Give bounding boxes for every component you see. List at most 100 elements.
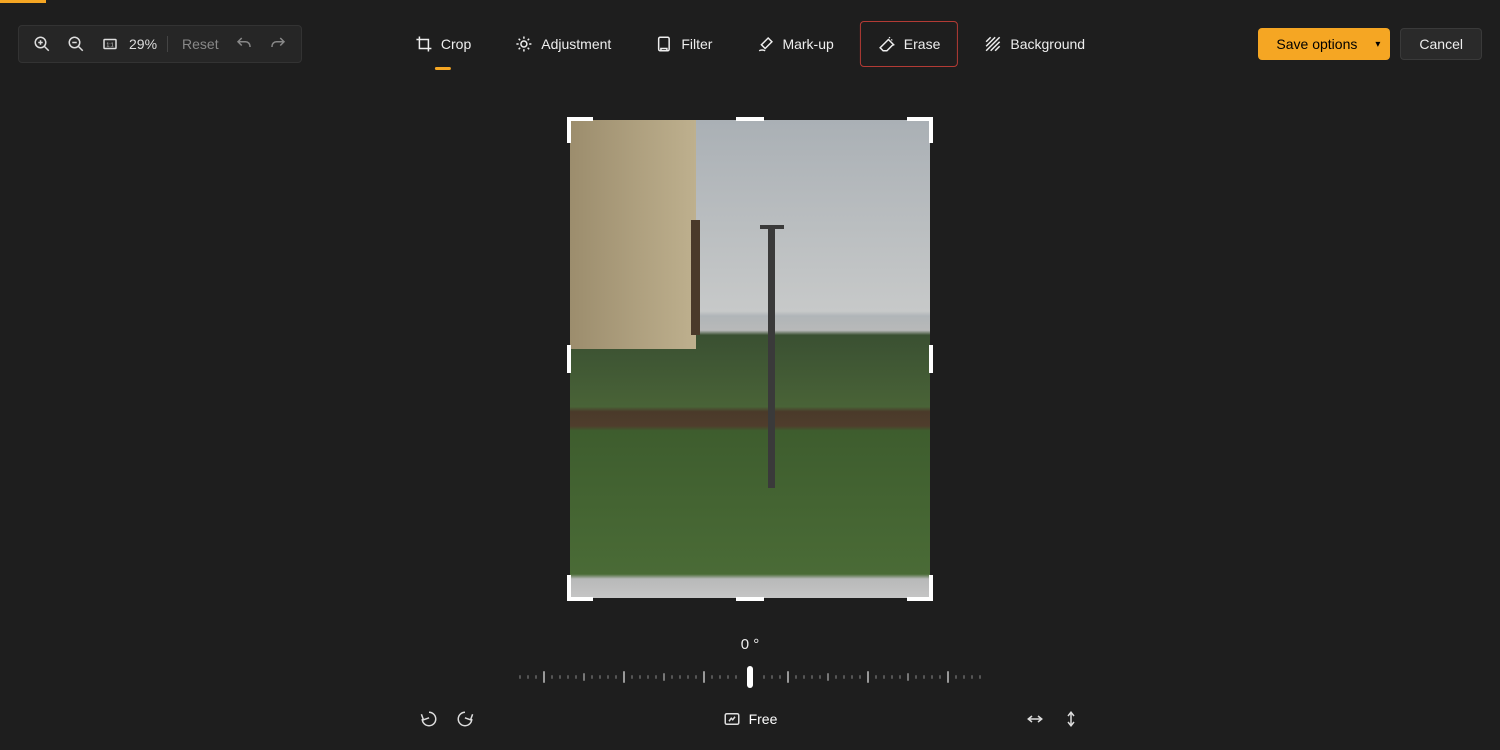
slider-tick <box>947 671 949 683</box>
slider-tick <box>827 673 829 681</box>
chevron-down-icon: ▾ <box>1375 39 1380 50</box>
slider-tick <box>647 675 649 679</box>
redo-button[interactable] <box>261 27 295 61</box>
slider-tick <box>671 675 673 679</box>
rotate-cw-button[interactable] <box>456 710 474 728</box>
actual-size-button[interactable]: 1:1 <box>93 27 127 61</box>
tab-crop-label: Crop <box>441 36 471 52</box>
slider-tick <box>599 675 601 679</box>
slider-tick <box>971 675 973 679</box>
slider-tick <box>787 671 789 683</box>
slider-tick <box>639 675 641 679</box>
undo-icon <box>235 35 253 53</box>
slider-tick <box>811 675 813 679</box>
slider-tick <box>623 671 625 683</box>
tab-adjustment-label: Adjustment <box>541 36 611 52</box>
tool-tabs: Crop Adjustment Filter Mark-up Erase Bac… <box>397 21 1103 67</box>
slider-tick <box>931 675 933 679</box>
slider-tick <box>607 675 609 679</box>
slider-tick <box>763 675 765 679</box>
slider-tick <box>883 675 885 679</box>
crop-handle-left[interactable] <box>567 345 571 373</box>
action-buttons: Save options ▾ Cancel <box>1258 28 1482 60</box>
slider-tick <box>535 675 537 679</box>
save-options-button[interactable]: Save options ▾ <box>1258 28 1390 60</box>
aspect-ratio-button[interactable]: Free <box>723 710 778 728</box>
rotate-buttons <box>420 710 474 728</box>
filter-icon <box>655 35 673 53</box>
flip-vertical-button[interactable] <box>1062 710 1080 728</box>
slider-tick <box>583 673 585 681</box>
slider-tick <box>519 675 521 679</box>
save-options-label: Save options <box>1276 36 1357 52</box>
slider-tick <box>695 675 697 679</box>
photo-lamp <box>768 225 775 488</box>
slider-tick <box>567 675 569 679</box>
tab-erase[interactable]: Erase <box>860 21 959 67</box>
tab-filter[interactable]: Filter <box>637 21 730 67</box>
slider-tick <box>955 675 957 679</box>
tab-crop[interactable]: Crop <box>397 21 489 67</box>
actual-size-icon: 1:1 <box>101 35 119 53</box>
rotation-slider[interactable] <box>519 666 981 688</box>
slider-tick <box>615 675 617 679</box>
bottom-bar: Free <box>420 710 1080 728</box>
slider-tick <box>979 675 981 679</box>
slider-tick <box>575 675 577 679</box>
tab-markup[interactable]: Mark-up <box>738 21 851 67</box>
redo-icon <box>269 35 287 53</box>
slider-tick <box>559 675 561 679</box>
zoom-in-button[interactable] <box>25 27 59 61</box>
slider-tick <box>915 675 917 679</box>
background-icon <box>984 35 1002 53</box>
progress-bar <box>0 0 46 3</box>
markup-icon <box>756 35 774 53</box>
flip-horizontal-button[interactable] <box>1026 710 1044 728</box>
photo-preview <box>570 120 930 598</box>
tab-filter-label: Filter <box>681 36 712 52</box>
crop-handle-right[interactable] <box>929 345 933 373</box>
slider-tick <box>779 675 781 679</box>
tab-background-label: Background <box>1010 36 1085 52</box>
reset-button[interactable]: Reset <box>174 36 227 52</box>
tab-background[interactable]: Background <box>966 21 1103 67</box>
slider-tick <box>907 673 909 681</box>
slider-tick <box>687 675 689 679</box>
tab-erase-label: Erase <box>904 36 941 52</box>
slider-tick <box>939 675 941 679</box>
aspect-label: Free <box>749 711 778 727</box>
zoom-percentage: 29% <box>127 36 168 52</box>
image-canvas[interactable] <box>570 120 930 598</box>
aspect-icon <box>723 710 741 728</box>
adjustment-icon <box>515 35 533 53</box>
slider-tick <box>851 675 853 679</box>
slider-tick <box>803 675 805 679</box>
tab-markup-label: Mark-up <box>782 36 833 52</box>
rotate-ccw-button[interactable] <box>420 710 438 728</box>
tab-adjustment[interactable]: Adjustment <box>497 21 629 67</box>
slider-tick <box>819 675 821 679</box>
cancel-button[interactable]: Cancel <box>1400 28 1482 60</box>
crop-handle-top[interactable] <box>736 117 764 121</box>
slider-tick <box>527 675 529 679</box>
slider-tick <box>727 675 729 679</box>
top-toolbar: 1:1 29% Reset Crop Adjustment Filter Mar… <box>0 24 1500 64</box>
slider-tick <box>735 675 737 679</box>
slider-thumb[interactable] <box>747 666 753 688</box>
erase-icon <box>878 35 896 53</box>
undo-button[interactable] <box>227 27 261 61</box>
flip-buttons <box>1026 710 1080 728</box>
slider-tick <box>899 675 901 679</box>
zoom-in-icon <box>33 35 51 53</box>
cancel-label: Cancel <box>1419 36 1463 52</box>
slider-tick <box>843 675 845 679</box>
zoom-out-button[interactable] <box>59 27 93 61</box>
crop-icon <box>415 35 433 53</box>
rotation-degrees: 0 ° <box>741 636 760 653</box>
slider-tick <box>875 675 877 679</box>
slider-tick <box>551 675 553 679</box>
crop-handle-bottom[interactable] <box>736 597 764 601</box>
slider-tick <box>719 675 721 679</box>
slider-tick <box>795 675 797 679</box>
zoom-out-icon <box>67 35 85 53</box>
